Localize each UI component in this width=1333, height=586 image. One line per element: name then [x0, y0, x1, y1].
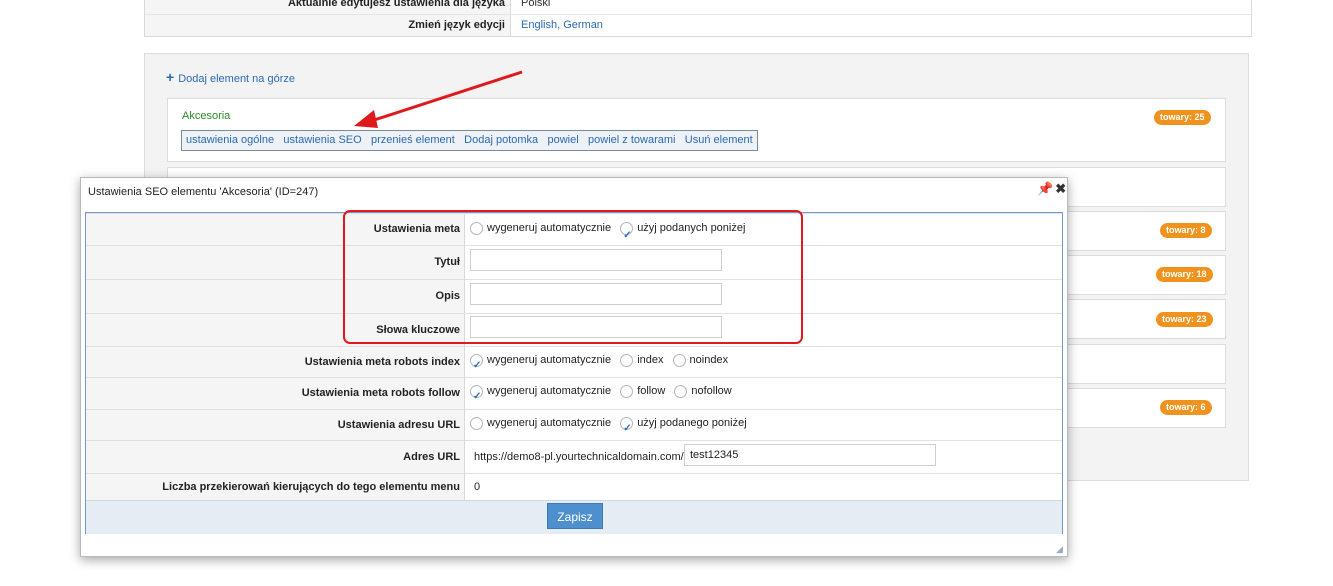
current-language-label: Aktualnie edytujesz ustawienia dla język… — [145, 0, 511, 14]
product-count-badge: towary: 23 — [1156, 312, 1213, 327]
pin-icon[interactable]: 📌 — [1037, 181, 1053, 196]
redirects-value: 0 — [474, 481, 481, 493]
url-label: Adres URL — [86, 441, 465, 473]
plus-icon: + — [166, 69, 175, 85]
delete-element-link[interactable]: Usuń element — [685, 131, 753, 150]
product-count-badge: towary: 6 — [1160, 400, 1212, 415]
annotation-arrow — [354, 70, 523, 128]
close-icon[interactable]: ✖ — [1055, 181, 1066, 196]
url-auto-radio[interactable]: wygeneruj automatycznie — [470, 410, 611, 436]
redirects-row: Liczba przekierowań kierujących do tego … — [86, 473, 1062, 500]
url-settings-row: Ustawienia adresu URL wygeneruj automaty… — [86, 409, 1062, 442]
resize-handle-icon[interactable]: ◢ — [1056, 544, 1063, 555]
url-custom-radio[interactable]: użyj podanego poniżej — [620, 410, 747, 442]
robots-index-row: Ustawienia meta robots index wygeneruj a… — [86, 346, 1062, 379]
robots-index-auto-radio[interactable]: wygeneruj automatycznie — [470, 347, 611, 379]
add-element-top-label: Dodaj element na górze — [178, 73, 295, 85]
product-count-badge: towary: 18 — [1156, 267, 1213, 282]
current-language-row: Aktualnie edytujesz ustawienia dla język… — [145, 0, 1251, 14]
dialog-controls: 📌 ✖ — [1037, 181, 1066, 197]
change-language-label: Zmień język edycji — [145, 15, 511, 36]
annotation-highlight-box — [343, 210, 803, 344]
duplicate-link[interactable]: powiel — [548, 131, 579, 150]
change-language-row: Zmień język edycji English, German — [145, 14, 1251, 36]
dialog-title: Ustawienia SEO elementu 'Akcesoria' (ID=… — [88, 186, 319, 198]
language-info-table: Aktualnie edytujesz ustawienia dla język… — [144, 0, 1252, 37]
product-count-badge: towary: 25 — [1154, 110, 1211, 125]
tree-node-title[interactable]: Akcesoria — [182, 110, 230, 122]
robots-noindex-radio[interactable]: noindex — [672, 347, 728, 373]
robots-follow-radio[interactable]: follow — [620, 378, 665, 404]
robots-index-label: Ustawienia meta robots index — [86, 347, 465, 377]
general-settings-link[interactable]: ustawienia ogólne — [186, 131, 274, 150]
product-count-badge: towary: 8 — [1160, 223, 1212, 238]
change-language-links[interactable]: English, German — [521, 19, 603, 31]
save-button[interactable]: Zapisz — [547, 503, 603, 529]
url-prefix: https://demo8-pl.yourtechnicaldomain.com… — [474, 451, 684, 463]
url-input[interactable]: test12345 — [684, 444, 936, 466]
robots-follow-label: Ustawienia meta robots follow — [86, 378, 465, 409]
url-settings-label: Ustawienia adresu URL — [86, 410, 465, 440]
current-language-value: Polski — [521, 0, 551, 9]
add-element-top-link[interactable]: + Dodaj element na górze — [166, 69, 295, 85]
robots-nofollow-radio[interactable]: nofollow — [674, 378, 732, 404]
robots-follow-auto-radio[interactable]: wygeneruj automatycznie — [470, 378, 611, 410]
redirects-label: Liczba przekierowań kierujących do tego … — [86, 474, 465, 500]
robots-index-radio[interactable]: index — [620, 347, 663, 373]
robots-follow-row: Ustawienia meta robots follow wygeneruj … — [86, 377, 1062, 410]
duplicate-with-products-link[interactable]: powiel z towarami — [588, 131, 675, 150]
